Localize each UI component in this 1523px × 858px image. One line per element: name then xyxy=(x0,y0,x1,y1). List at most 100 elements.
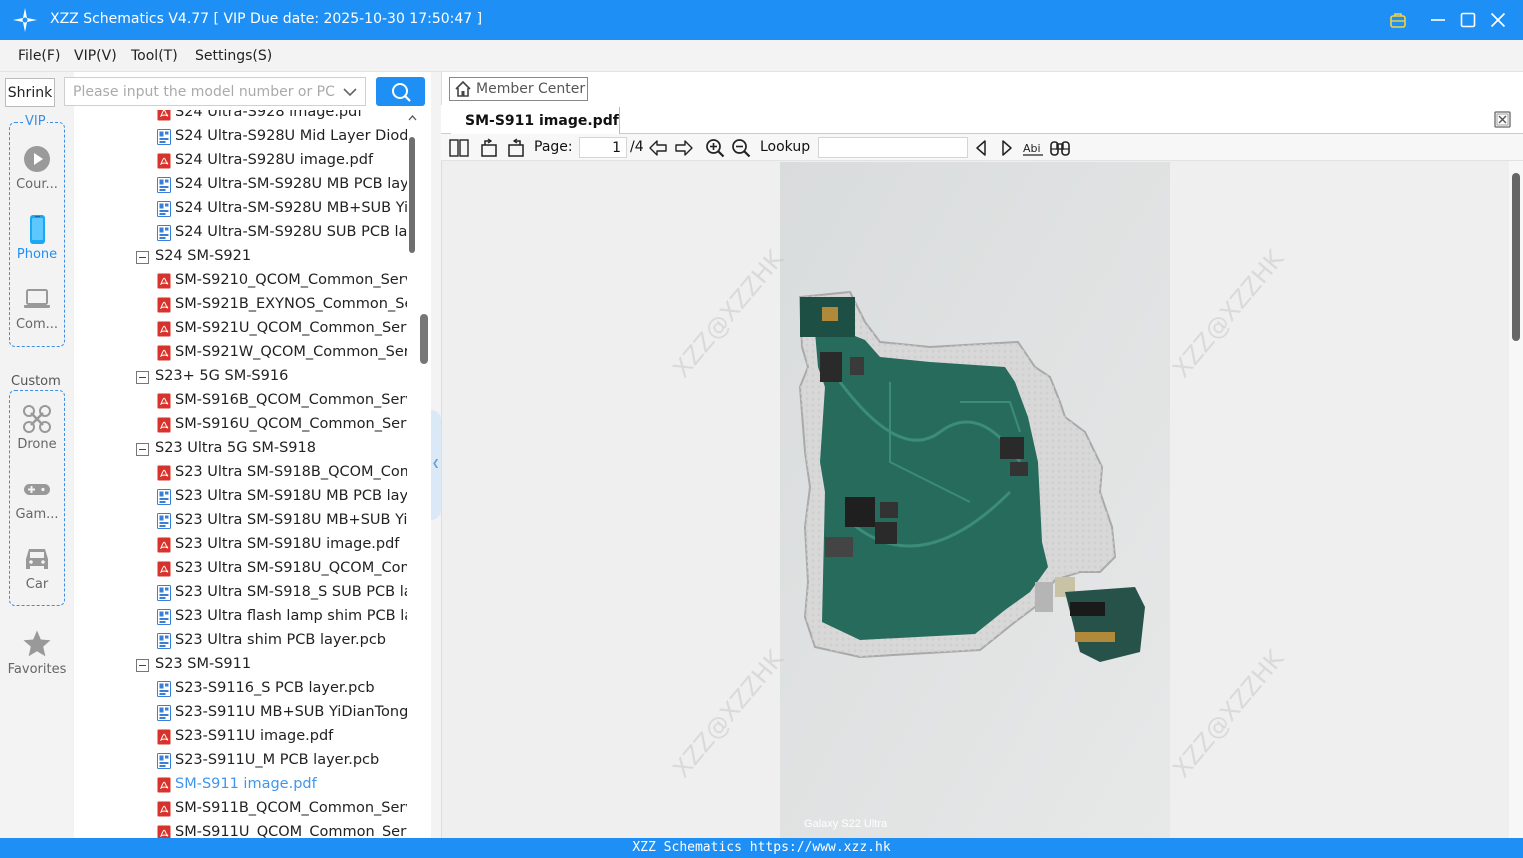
tree-file[interactable]: SM-S921W_QCOM_Common_Servi xyxy=(74,342,414,364)
collapse-toggle-icon[interactable] xyxy=(136,443,149,456)
tree-file[interactable]: SM-S911B_QCOM_Common_Servic xyxy=(74,798,414,820)
gamepad-icon xyxy=(24,484,50,495)
page-number-input[interactable]: 1 xyxy=(579,137,627,158)
member-center-button[interactable]: Member Center xyxy=(449,77,588,101)
tree-file[interactable]: S23 Ultra shim PCB layer.pcb xyxy=(74,630,414,652)
app-logo-icon xyxy=(13,8,37,32)
tree-item-label: S24 SM-S921 xyxy=(155,248,252,264)
menu-settings[interactable]: Settings(S) xyxy=(195,48,272,64)
menu-tool[interactable]: Tool(T) xyxy=(131,48,178,64)
tree-file[interactable]: S24 Ultra-S928U Mid Layer Diode V xyxy=(74,126,414,148)
rail-item-drone[interactable]: Drone xyxy=(0,404,74,452)
match-case-button[interactable]: Abi xyxy=(1022,137,1044,159)
phone-icon xyxy=(30,215,45,244)
close-button[interactable] xyxy=(1486,8,1510,32)
tree-file-selected[interactable]: SM-S911 image.pdf xyxy=(74,774,414,796)
next-page-button[interactable] xyxy=(673,137,695,159)
find-all-button[interactable] xyxy=(1049,137,1071,159)
tree-file[interactable]: SM-S921B_EXYNOS_Common_Serv xyxy=(74,294,414,316)
viewer-scrollbar[interactable] xyxy=(1509,161,1523,838)
find-previous-button[interactable] xyxy=(970,137,992,159)
tree-scrollbar-thumb[interactable] xyxy=(409,137,415,253)
tree-item-label: S23 Ultra SM-S918U MB PCB layer. xyxy=(175,488,407,504)
scroll-up-icon[interactable] xyxy=(407,113,418,123)
chevron-down-icon[interactable] xyxy=(343,85,357,99)
collapse-toggle-icon[interactable] xyxy=(136,371,149,384)
chevron-left-icon[interactable]: ❮ xyxy=(432,459,440,469)
lookup-input[interactable] xyxy=(818,137,968,158)
tree-file[interactable]: S23 Ultra SM-S918U MB PCB layer. xyxy=(74,486,414,508)
tree-file[interactable]: S23-S911U MB+SUB YiDianTong.p xyxy=(74,702,414,724)
rail-item-favorites[interactable]: Favorites xyxy=(0,629,74,677)
close-tab-icon[interactable] xyxy=(1493,110,1512,129)
tree-file[interactable]: S23-S9116_S PCB layer.pcb xyxy=(74,678,414,700)
tree-file[interactable]: SM-S9210_QCOM_Common_Servic xyxy=(74,270,414,292)
previous-page-button[interactable] xyxy=(647,137,669,159)
two-page-view-button[interactable] xyxy=(448,137,470,159)
tree-file[interactable]: S23 Ultra SM-S918U_QCOM_Comm xyxy=(74,558,414,580)
tree-item-label: S23 Ultra SM-S918B_QCOM_Comm xyxy=(175,464,407,480)
rotate-left-button[interactable] xyxy=(478,137,500,159)
tree-file[interactable]: S24 Ultra-S928 image.pdf xyxy=(74,110,414,124)
model-search-input[interactable] xyxy=(65,78,335,105)
window-title: XZZ Schematics V4.77 [ VIP Due date: 202… xyxy=(50,11,483,27)
menu-file[interactable]: File(F) xyxy=(18,48,60,64)
tree-scrollbar[interactable] xyxy=(407,113,418,838)
tree-file[interactable]: S23-S911U image.pdf xyxy=(74,726,414,748)
tree-file[interactable]: S23 Ultra SM-S918_S SUB PCB laye xyxy=(74,582,414,604)
pcb-file-icon xyxy=(157,609,171,625)
tree-folder[interactable]: S23+ 5G SM-S916 xyxy=(74,366,414,388)
tree-outer-scrollbar-thumb[interactable] xyxy=(420,314,428,364)
tree-item-label: SM-S911 image.pdf xyxy=(175,776,317,792)
tree-folder[interactable]: S24 SM-S921 xyxy=(74,246,414,268)
file-tree: S24 Ultra-S928 image.pdf S24 Ultra-S928U … xyxy=(74,110,431,838)
tree-file[interactable]: S23 Ultra SM-S918U MB+SUB YiDia xyxy=(74,510,414,532)
rail-item-phone[interactable]: Phone xyxy=(0,214,74,262)
minimize-button[interactable] xyxy=(1426,8,1450,32)
model-search-box[interactable] xyxy=(64,77,366,106)
rail-item-game[interactable]: Gam... xyxy=(0,474,74,522)
rail-item-label: Car xyxy=(25,577,49,592)
tree-file[interactable]: SM-S921U_QCOM_Common_Servic xyxy=(74,318,414,340)
search-button[interactable] xyxy=(376,77,425,106)
rail-item-courses[interactable]: Cour... xyxy=(0,144,74,192)
rail-item-car[interactable]: Car xyxy=(0,544,74,592)
menu-vip[interactable]: VIP(V) xyxy=(74,48,117,64)
tree-file[interactable]: S24 Ultra-SM-S928U MB PCB layer xyxy=(74,174,414,196)
tree-item-label: S23-S9116_S PCB layer.pcb xyxy=(175,680,375,696)
viewer-scrollbar-thumb[interactable] xyxy=(1512,173,1520,341)
tree-folder[interactable]: S23 SM-S911 xyxy=(74,654,414,676)
pdf-file-icon xyxy=(157,465,171,481)
rail-item-label: Favorites xyxy=(7,662,67,677)
shrink-button[interactable]: Shrink xyxy=(5,78,55,107)
find-next-button[interactable] xyxy=(996,137,1018,159)
tree-item-label: SM-S921W_QCOM_Common_Servi xyxy=(175,344,407,360)
tree-file[interactable]: S23 Ultra flash lamp shim PCB laye xyxy=(74,606,414,628)
tree-file[interactable]: SM-S916B_QCOM_Common_Servic xyxy=(74,390,414,412)
collapse-toggle-icon[interactable] xyxy=(136,659,149,672)
tab-document[interactable]: SM-S911 image.pdf xyxy=(451,107,620,134)
tree-file[interactable]: S23-S911U_M PCB layer.pcb xyxy=(74,750,414,772)
rail-item-computer[interactable]: Com... xyxy=(0,284,74,332)
tree-file[interactable]: S24 Ultra-S928U image.pdf xyxy=(74,150,414,172)
vip-bag-icon[interactable] xyxy=(1386,8,1410,32)
play-circle-icon xyxy=(24,146,50,172)
tree-file[interactable]: S24 Ultra-SM-S928U SUB PCB layer xyxy=(74,222,414,244)
maximize-button[interactable] xyxy=(1456,8,1480,32)
rotate-right-button[interactable] xyxy=(505,137,527,159)
pdf-file-icon xyxy=(157,801,171,817)
tree-file[interactable]: SM-S911U_QCOM_Common_Servic xyxy=(74,822,414,838)
tree-file[interactable]: S23 Ultra SM-S918B_QCOM_Comm xyxy=(74,462,414,484)
tree-file[interactable]: SM-S916U_QCOM_Common_Servic xyxy=(74,414,414,436)
pdf-file-icon xyxy=(157,825,171,838)
pcb-file-icon xyxy=(157,753,171,769)
collapse-toggle-icon[interactable] xyxy=(136,251,149,264)
tree-file[interactable]: S23 Ultra SM-S918U image.pdf xyxy=(74,534,414,556)
custom-group-label: Custom xyxy=(10,374,62,389)
tree-file[interactable]: S24 Ultra-SM-S928U MB+SUB YiDi xyxy=(74,198,414,220)
tree-folder[interactable]: S23 Ultra 5G SM-S918 xyxy=(74,438,414,460)
tree-item-label: SM-S921U_QCOM_Common_Servic xyxy=(175,320,407,336)
tree-item-label: S23 Ultra SM-S918U image.pdf xyxy=(175,536,400,552)
zoom-out-button[interactable] xyxy=(730,137,752,159)
zoom-in-button[interactable] xyxy=(704,137,726,159)
